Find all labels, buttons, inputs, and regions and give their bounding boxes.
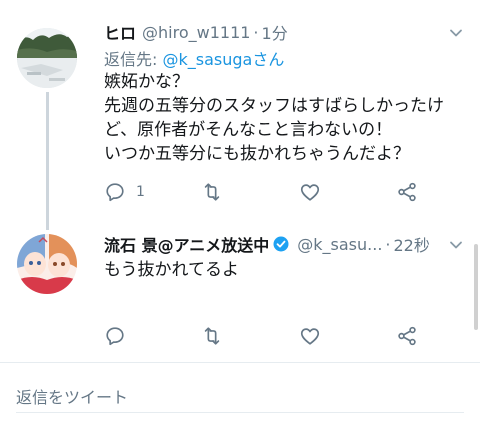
separator: · [385, 234, 391, 254]
verified-badge-icon [273, 236, 289, 252]
like-button[interactable] [299, 324, 321, 348]
tweet-text-line: 先週の五等分のスタッフはすばらしかったけ [104, 96, 444, 116]
tweet-actions: 1 [104, 180, 430, 204]
tweet-original[interactable]: ヒロ @hiro_w1111 · 1分 返信先: @k_sasugaさん 嫉妬か… [0, 0, 480, 230]
like-button[interactable] [299, 180, 321, 204]
tweet-header: ヒロ @hiro_w1111 · 1分 [104, 20, 288, 44]
reply-icon [106, 183, 124, 202]
chevron-down-icon[interactable] [448, 25, 464, 41]
tweet-actions [104, 324, 430, 348]
user-handle[interactable]: @k_sasu... [297, 235, 382, 254]
tweet-text-line: ど、原作者がそんなこと言わないの！ [104, 120, 393, 140]
tweet-text: 嫉妬かな？ 先週の五等分のスタッフはすばらしかったけ ど、原作者がそんなこと言わ… [104, 70, 444, 166]
heart-icon [300, 184, 320, 201]
retweet-icon [204, 183, 220, 201]
timestamp[interactable]: 1分 [262, 20, 288, 44]
compose-placeholder: 返信をツイート [16, 388, 129, 407]
replying-to: 返信先: @k_sasugaさん [104, 46, 284, 70]
divider [0, 362, 480, 363]
thread-line [46, 92, 49, 230]
share-button[interactable] [396, 324, 418, 348]
chevron-down-icon[interactable] [448, 237, 464, 253]
reply-icon [106, 327, 124, 346]
retweet-button[interactable] [201, 324, 223, 348]
tweet-text-line: もう抜かれてるよ [104, 260, 239, 280]
avatar[interactable] [17, 28, 77, 88]
retweet-button[interactable] [201, 180, 223, 204]
heart-icon [300, 328, 320, 345]
replying-mention-link[interactable]: @k_sasugaさん [162, 50, 284, 69]
tweet-header: 流石 景@アニメ放送中 @k_sasu... · 22秒 [104, 232, 430, 256]
reply-button[interactable] [104, 324, 126, 348]
tweet-reply[interactable]: 流石 景@アニメ放送中 @k_sasu... · 22秒 もう抜かれてるよ [0, 222, 480, 362]
tweet-text-line: 嫉妬かな？ [104, 72, 189, 92]
reply-count: 1 [136, 184, 145, 200]
share-icon [398, 182, 416, 202]
avatar[interactable] [17, 234, 77, 294]
tweet-text-line: いつか五等分にも抜かれちゃうんだよ？ [104, 144, 410, 164]
scrollbar[interactable] [474, 244, 478, 330]
share-icon [398, 326, 416, 346]
display-name[interactable]: ヒロ [104, 20, 136, 44]
landscape-photo [17, 28, 77, 88]
user-handle[interactable]: @hiro_w1111 [142, 23, 250, 42]
timestamp[interactable]: 22秒 [394, 232, 430, 256]
reply-button[interactable]: 1 [104, 180, 145, 204]
display-name[interactable]: 流石 景@アニメ放送中 [104, 232, 269, 256]
share-button[interactable] [396, 180, 418, 204]
separator: · [253, 22, 259, 42]
retweet-icon [204, 327, 220, 345]
replying-prefix: 返信先: [104, 50, 163, 69]
reply-compose-field[interactable]: 返信をツイート [16, 376, 464, 413]
anime-girls-illustration [17, 234, 77, 294]
tweet-text: もう抜かれてるよ [104, 258, 239, 282]
